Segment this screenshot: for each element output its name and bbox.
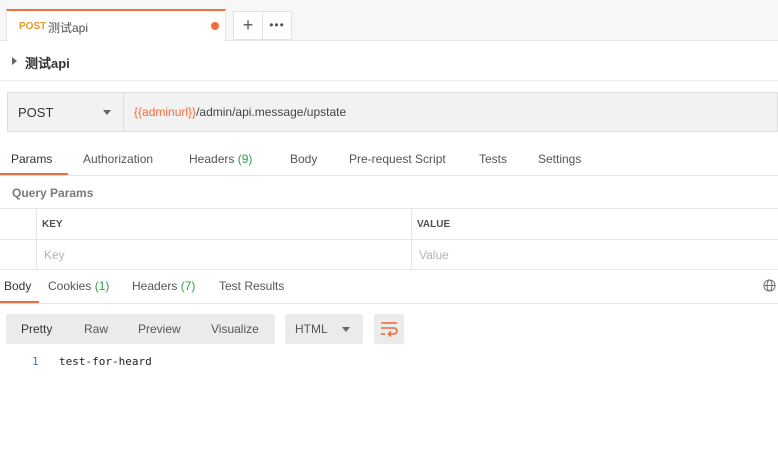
tab-label: Body [290,152,318,166]
chevron-down-icon [342,327,350,332]
language-select[interactable]: HTML [285,314,363,344]
tab-authorization[interactable]: Authorization [83,152,153,166]
raw-button[interactable]: Raw [84,322,108,336]
chevron-down-icon [103,110,111,115]
more-tabs-button[interactable]: ••• [262,11,292,40]
language-label: HTML [295,322,328,336]
response-tab-body[interactable]: Body [4,279,31,293]
url-bar: POST {{adminurl}}/admin/api.message/upst… [7,92,778,132]
tab-headers[interactable]: Headers (9) [189,152,252,166]
request-header: 测试api [0,41,778,81]
tab-count: (9) [237,152,253,166]
table-divider [0,239,778,240]
wrap-lines-button[interactable] [374,314,404,344]
tab-tests[interactable]: Tests [479,152,507,166]
value-input[interactable]: Value [419,248,449,262]
pretty-button[interactable]: Pretty [21,322,52,336]
more-icon: ••• [269,18,285,32]
method-label: POST [18,105,54,120]
response-tab-cookies[interactable]: Cookies (1) [48,279,109,293]
value-header: VALUE [417,219,451,230]
table-divider [36,209,37,270]
active-tab-indicator [0,173,68,175]
request-tabs: Params Authorization Headers (9) Body Pr… [0,143,778,176]
tab-pre-request-script[interactable]: Pre-request Script [349,152,446,166]
new-tab-button[interactable]: + [233,11,263,40]
tab-count: (1) [94,279,110,293]
tab-label: Headers [132,279,178,293]
tab-label: Test Results [219,279,285,293]
url-path: /admin/api.message/upstate [196,105,347,119]
visualize-button[interactable]: Visualize [211,322,259,336]
tab-label: Params [11,152,53,166]
tab-body[interactable]: Body [290,152,317,166]
tab-settings[interactable]: Settings [538,152,581,166]
tab-params[interactable]: Params [11,152,52,166]
key-input[interactable]: Key [44,248,65,262]
params-table: KEY VALUE Key Value [0,208,778,270]
response-tab-test-results[interactable]: Test Results [219,279,284,293]
query-params-title: Query Params [12,186,94,200]
caret-right-icon[interactable] [12,57,17,65]
unsaved-dot-icon [211,22,219,30]
plus-icon: + [242,15,254,35]
key-header: KEY [42,219,63,230]
request-tab[interactable]: POST 测试api [6,9,226,41]
tab-name: 测试api [48,21,89,35]
preview-button[interactable]: Preview [138,322,181,336]
tab-method: POST [19,21,47,32]
tab-label: Tests [479,152,508,166]
tab-label: Body [4,279,32,293]
url-variable: {{adminurl}} [134,105,197,119]
line-number: 1 [32,355,39,368]
tab-label: Pre-request Script [349,152,446,166]
request-title[interactable]: 测试api [25,53,70,72]
response-tab-headers[interactable]: Headers (7) [132,279,195,293]
active-tab-indicator [0,301,39,303]
method-select[interactable]: POST [8,93,124,131]
url-input[interactable]: {{adminurl}}/admin/api.message/upstate [134,105,346,119]
tab-label: Settings [538,152,582,166]
response-tabs: Body Cookies (1) Headers (7) Test Result… [0,270,778,304]
tab-label: Cookies [48,279,92,293]
tab-count: (7) [180,279,196,293]
response-body-text[interactable]: test-for-heard [59,355,152,368]
tab-label: Authorization [83,152,154,166]
format-toggle-group: Pretty Raw Preview Visualize [6,314,275,344]
wrap-lines-icon [381,322,398,338]
tab-label: Headers [189,152,235,166]
table-divider [411,209,412,270]
globe-icon[interactable] [763,279,776,292]
